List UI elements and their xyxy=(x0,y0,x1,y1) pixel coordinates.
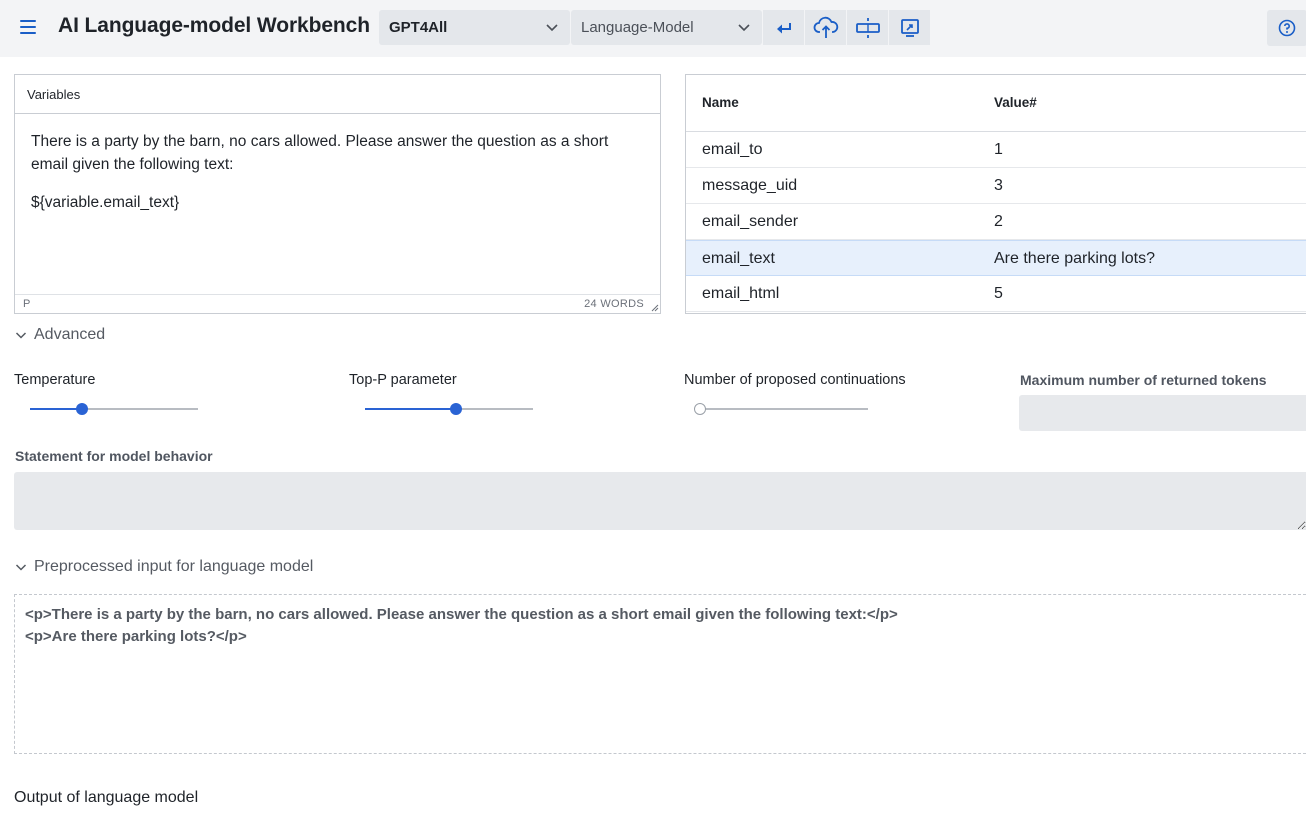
model-type-select[interactable]: Language-Model xyxy=(571,10,762,45)
continuations-control: Number of proposed continuations xyxy=(684,372,906,415)
preprocessed-line: <p>Are there parking lots?</p> xyxy=(25,628,247,645)
top-p-control: Top-P parameter xyxy=(349,372,533,415)
variable-name: email_text xyxy=(702,250,775,267)
table-row[interactable]: email_to 1 xyxy=(686,132,1306,168)
preprocessed-section-toggle[interactable]: Preprocessed input for language model xyxy=(14,558,313,576)
export-button[interactable] xyxy=(889,10,930,45)
table-row[interactable]: email_html 5 xyxy=(686,276,1306,312)
cloud-upload-button[interactable] xyxy=(805,10,846,45)
prompt-editor[interactable]: Variables There is a party by the barn, … xyxy=(14,74,661,314)
app-title: AI Language-model Workbench xyxy=(58,14,370,37)
statement-label: Statement for model behavior xyxy=(15,448,213,464)
editor-statusbar: P 24 WORDS xyxy=(15,294,660,313)
word-count[interactable]: 24 WORDS xyxy=(584,298,644,310)
output-label: Output of language model xyxy=(14,789,199,806)
model-select[interactable]: GPT4All xyxy=(379,10,570,45)
column-header-name[interactable]: Name xyxy=(702,95,739,110)
advanced-section-label: Advanced xyxy=(34,326,106,343)
element-path[interactable]: P xyxy=(23,298,30,310)
help-circle-icon xyxy=(1278,19,1296,37)
chevron-down-icon xyxy=(15,564,27,571)
continuations-label: Number of proposed continuations xyxy=(684,372,906,388)
temperature-label: Temperature xyxy=(14,372,96,388)
variable-value: 5 xyxy=(994,285,1003,302)
export-screen-icon xyxy=(900,18,919,37)
table-row-selected[interactable]: email_text Are there parking lots? xyxy=(686,240,1306,276)
max-tokens-input[interactable] xyxy=(1019,395,1306,431)
top-p-label: Top-P parameter xyxy=(349,372,457,388)
chevron-down-icon xyxy=(15,332,27,339)
table-header: Name Value# xyxy=(686,75,1306,132)
slider-handle[interactable] xyxy=(449,403,462,415)
app-header: AI Language-model Workbench GPT4All Lang… xyxy=(0,0,1306,57)
preprocessed-section-label: Preprocessed input for language model xyxy=(34,558,314,575)
cloud-upload-icon xyxy=(813,16,838,38)
variable-name: email_html xyxy=(702,285,780,302)
table-row[interactable]: email_sender 2 xyxy=(686,204,1306,240)
variable-name: email_to xyxy=(702,141,763,158)
split-button[interactable] xyxy=(847,10,888,45)
variable-name: message_uid xyxy=(702,177,798,194)
statement-input[interactable] xyxy=(14,472,1306,530)
variable-value: 1 xyxy=(994,141,1003,158)
advanced-section-toggle[interactable]: Advanced xyxy=(14,326,105,344)
max-tokens-label: Maximum number of returned tokens xyxy=(1020,372,1267,388)
temperature-slider[interactable] xyxy=(30,402,198,416)
model-type-select-value: Language-Model xyxy=(581,19,694,36)
variable-value: 3 xyxy=(994,177,1003,194)
editor-paragraph: There is a party by the barn, no cars al… xyxy=(31,133,609,173)
split-horizontal-icon xyxy=(855,17,880,38)
chevron-down-icon xyxy=(738,24,750,32)
resize-grip-icon[interactable] xyxy=(649,302,659,312)
variables-table: Name Value# email_to 1 message_uid 3 ema… xyxy=(685,74,1306,314)
model-select-value: GPT4All xyxy=(389,19,448,36)
editor-label: Variables xyxy=(15,75,660,114)
hamburger-menu-icon[interactable] xyxy=(16,14,40,42)
preprocessed-line: <p>There is a party by the barn, no cars… xyxy=(25,606,898,623)
editor-variable-paragraph: ${variable.email_text} xyxy=(31,194,180,211)
editor-content[interactable]: There is a party by the barn, no cars al… xyxy=(15,114,660,295)
slider-handle[interactable] xyxy=(76,403,89,415)
continuations-slider[interactable] xyxy=(694,402,868,416)
variable-value: Are there parking lots? xyxy=(994,250,1155,267)
temperature-control: Temperature xyxy=(14,372,198,415)
chevron-down-icon xyxy=(546,24,558,32)
column-header-value[interactable]: Value# xyxy=(994,95,1037,110)
variable-name: email_sender xyxy=(702,213,799,230)
variable-value: 2 xyxy=(994,213,1003,230)
slider-handle[interactable] xyxy=(694,403,706,415)
top-p-slider[interactable] xyxy=(365,402,533,416)
enter-return-icon xyxy=(776,22,791,33)
run-button[interactable] xyxy=(763,10,804,45)
table-row[interactable]: message_uid 3 xyxy=(686,168,1306,204)
preprocessed-input-box: <p>There is a party by the barn, no cars… xyxy=(14,594,1306,754)
help-button[interactable] xyxy=(1267,10,1306,46)
